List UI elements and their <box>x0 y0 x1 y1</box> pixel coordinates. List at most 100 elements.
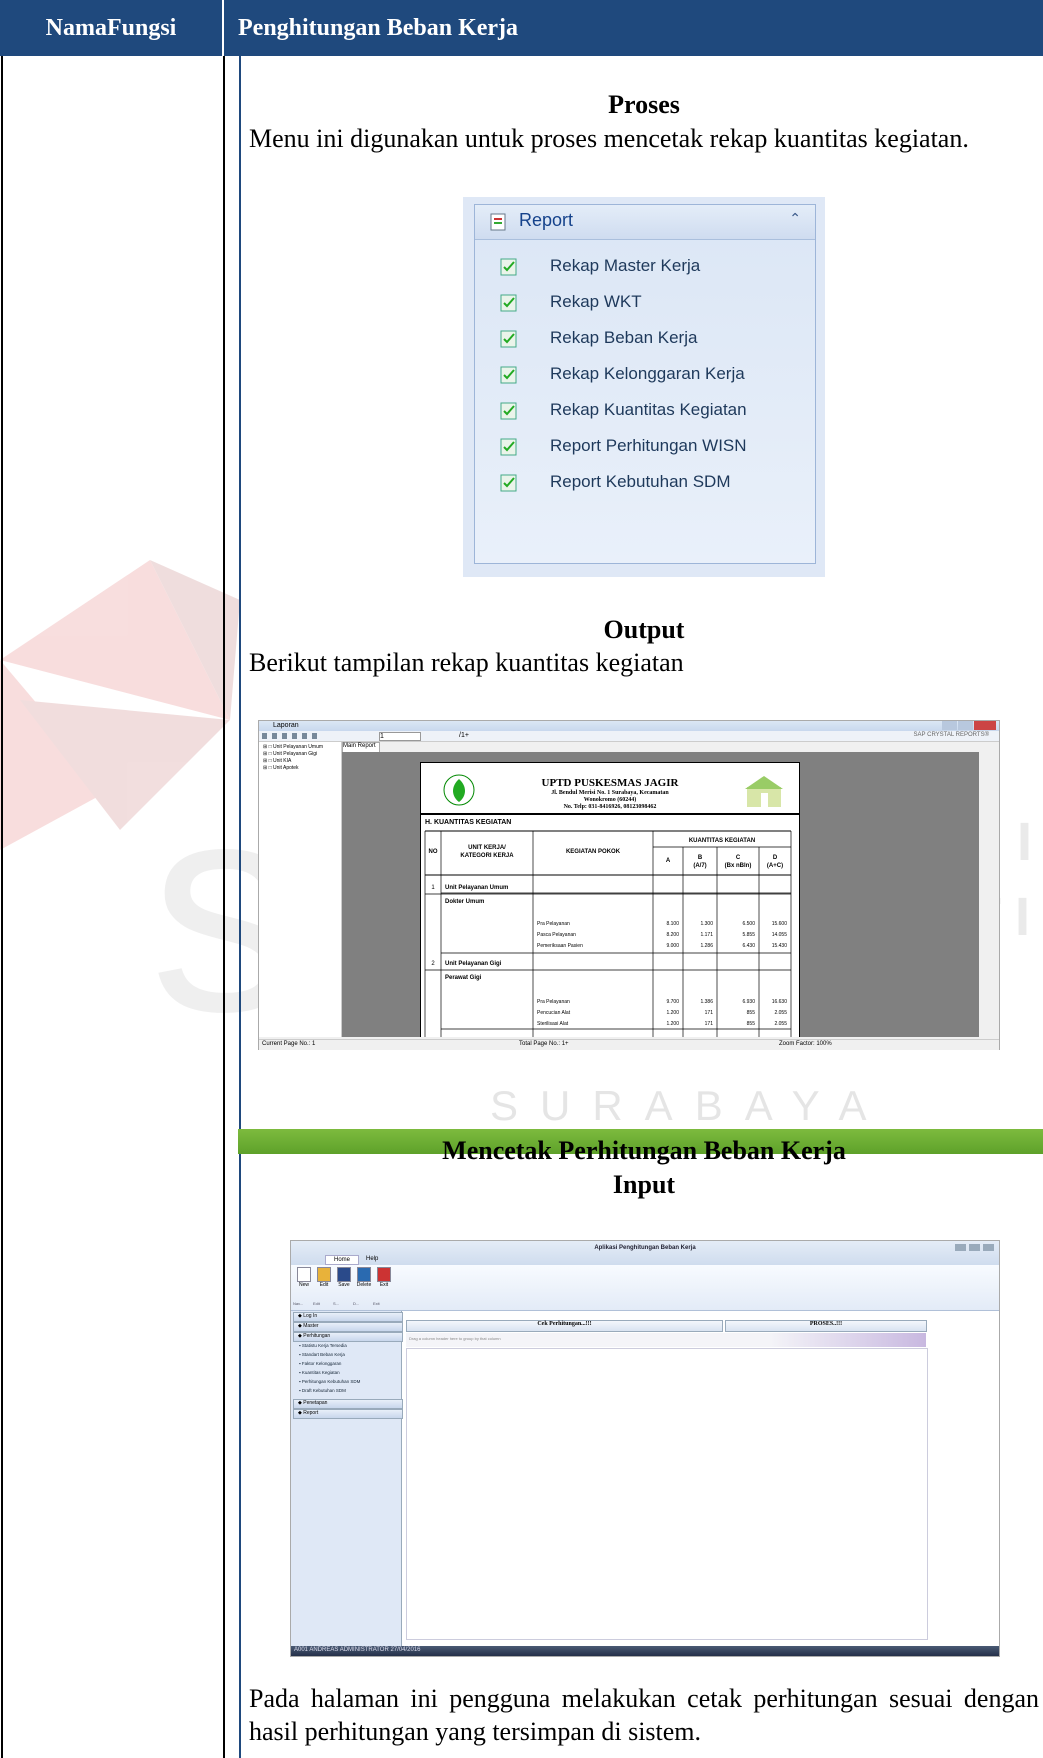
row-a: 1.200 <box>666 1010 679 1016</box>
window-controls-icon[interactable] <box>955 1244 995 1251</box>
row-c: 6.430 <box>742 943 755 949</box>
row-kegiatan: Pemeriksaan Pasien <box>537 943 583 949</box>
report-menu-item-label: Rekap WKT <box>550 292 642 311</box>
row-c: 855 <box>747 1010 756 1016</box>
row-no: 2 <box>431 961 435 967</box>
report-tree: ⊞ □ Unit Pelayanan Umum ⊞ □ Unit Pelayana… <box>259 742 342 1037</box>
row-category: Perawat Gigi <box>445 975 482 981</box>
row-c: 6.500 <box>742 921 755 927</box>
report-window-title: Laporan <box>273 722 299 729</box>
toolbar-icon <box>357 1267 371 1282</box>
group-panel-hint: Drag a column header here to group by th… <box>409 1336 501 1341</box>
row-c: 6.930 <box>742 999 755 1005</box>
toolbar-icon <box>297 1267 311 1282</box>
toolbar-icon <box>337 1267 351 1282</box>
app-titlebar: Aplikasi Penghitungan Beban Kerja Home H… <box>291 1241 999 1265</box>
maximize-icon[interactable] <box>958 721 973 730</box>
nav-item[interactable]: ▪ Standart Beban Kerja <box>299 1352 345 1357</box>
report-viewport: UPTD PUSKESMAS JAGIR Jl. Bendul Merisi N… <box>342 752 987 1037</box>
data-grid[interactable] <box>406 1348 928 1640</box>
tree-item[interactable]: ⊞ □ Unit Pelayanan Umum <box>263 744 323 750</box>
minimize-icon[interactable] <box>942 721 957 730</box>
kuantitas-table: NO UNIT KERJA/KATEGORI KERJA KEGIATAN POKO… <box>424 830 792 1037</box>
closing-text: Pada halaman ini pengguna melakukan ceta… <box>249 1684 1039 1746</box>
report-menu-item-label: Rekap Kuantitas Kegiatan <box>550 400 747 419</box>
nav-section[interactable]: ◆ Master <box>293 1322 403 1332</box>
proses-text: Menu ini digunakan untuk proses mencetak… <box>249 124 969 153</box>
row-category: Dokter Umum <box>445 899 484 905</box>
nav-pane: ◆ Log In ◆ Master ◆ Perhitungan ◆ Penetapan… <box>291 1311 403 1646</box>
mencetak-title: Mencetak Perhitungan Beban Kerja <box>442 1136 846 1165</box>
app-status: A001 ANDREAS ADMINISTRATOR 27/04/2016 <box>294 1647 421 1653</box>
toolbar-icons[interactable] <box>262 733 322 739</box>
row-d: 2.055 <box>774 1021 787 1027</box>
row-kegiatan: Pasca Pelayanan <box>537 932 576 938</box>
nav-item[interactable]: ▪ Perhitungan Kebutuhan SDM <box>299 1379 360 1384</box>
row-d: 15.600 <box>772 921 788 927</box>
col-b-formula: (A/7) <box>693 863 706 869</box>
close-icon[interactable] <box>974 721 996 730</box>
report-menu-screenshot: Report ⌃ Rekap Master Kerja Rekap WKT Reka… <box>463 197 825 577</box>
app-tab-home[interactable]: Home <box>325 1255 360 1265</box>
collapse-chevron-icon[interactable]: ⌃ <box>789 211 801 227</box>
row-no: 1 <box>431 885 435 891</box>
row-kegiatan: Pra Pelayanan <box>537 921 570 927</box>
toolbar-button[interactable]: Edit <box>315 1267 333 1295</box>
toolbar-label: Edit <box>319 1282 329 1288</box>
row-b: 1.286 <box>700 943 713 949</box>
report-menu-title: Report <box>519 210 574 230</box>
toolbar-button[interactable]: Delete <box>355 1267 373 1295</box>
col-c: C <box>736 855 741 861</box>
ribbon-group-label: Edit <box>313 1301 320 1306</box>
tree-item[interactable]: ⊞ □ Unit Apotek <box>263 765 299 771</box>
ribbon: New Edit Save Delete Exit Nav... Edit S... D... E… <box>291 1265 999 1311</box>
app-tab-help[interactable]: Help <box>366 1256 378 1262</box>
report-item-icon <box>500 294 517 312</box>
row-a: 8.100 <box>666 921 679 927</box>
house-logo-icon <box>745 776 783 807</box>
total-page: Total Page No.: 1+ <box>519 1041 569 1047</box>
ribbon-group-label: Exit <box>373 1301 380 1306</box>
nav-section[interactable]: ◆ Penetapan <box>293 1399 403 1409</box>
nav-item[interactable]: ▪ Statistu Kerja Tersedia <box>299 1343 347 1348</box>
report-scrollbar[interactable] <box>979 752 987 1037</box>
cek-perhitungan-button[interactable]: Cek Perhitungan...!!! <box>406 1320 723 1332</box>
nav-section[interactable]: ◆ Report <box>293 1409 403 1419</box>
col-unit-2: KATEGORI KERJA <box>460 853 514 859</box>
report-window-screenshot: Laporan 1 /1+ SAP CRYSTAL REPORTS® ⊞ □ U… <box>258 720 1000 1050</box>
report-menu-item-label: Report Kebutuhan SDM <box>550 472 731 491</box>
toolbar-label: Exit <box>379 1282 389 1288</box>
report-item-icon <box>500 366 517 384</box>
nav-item[interactable]: ▪ Faktor Kelonggaran <box>299 1361 341 1366</box>
tree-item[interactable]: ⊞ □ Unit KIA <box>263 758 291 764</box>
nav-section[interactable]: ◆ Perhitungan <box>293 1332 403 1342</box>
col-unit: UNIT KERJA/ <box>468 845 506 851</box>
col-d: D <box>773 855 778 861</box>
ribbon-group-label: S... <box>333 1301 340 1306</box>
input-title: Input <box>612 1170 676 1199</box>
nav-item[interactable]: ▪ Draft Kebutuhan SDM <box>299 1388 346 1393</box>
row-d: 16.630 <box>772 999 788 1005</box>
row-a: 1.200 <box>666 1021 679 1027</box>
toolbar-button[interactable]: Exit <box>375 1267 393 1295</box>
ribbon-group-label: D... <box>353 1301 360 1306</box>
report-menu-header[interactable]: Report ⌃ <box>475 205 815 240</box>
app-title: Aplikasi Penghitungan Beban Kerja <box>594 1245 696 1251</box>
report-item-icon <box>500 474 517 492</box>
toolbar-button[interactable]: Save <box>335 1267 353 1295</box>
proses-title: Proses <box>608 90 680 119</box>
output-title: Output <box>603 615 685 644</box>
report-menu-item-label: Rekap Master Kerja <box>550 256 701 275</box>
toolbar-icon <box>317 1267 331 1282</box>
current-page: Current Page No.: 1 <box>262 1041 316 1047</box>
report-menu-item-label: Rekap Beban Kerja <box>550 328 698 347</box>
toolbar-button[interactable]: New <box>295 1267 313 1295</box>
page-number-box[interactable]: 1 <box>379 732 421 741</box>
proses-button[interactable]: PROSES..!!! <box>725 1320 927 1332</box>
row-a: 9.000 <box>666 943 679 949</box>
tree-item[interactable]: ⊞ □ Unit Pelayanan Gigi <box>263 751 317 757</box>
nav-section[interactable]: ◆ Log In <box>293 1312 403 1322</box>
row-unit: Unit Pelayanan Gigi <box>445 961 502 967</box>
row-b: 171 <box>705 1021 714 1027</box>
nav-item[interactable]: ▪ Kuantitas Kegiatan <box>299 1370 340 1375</box>
